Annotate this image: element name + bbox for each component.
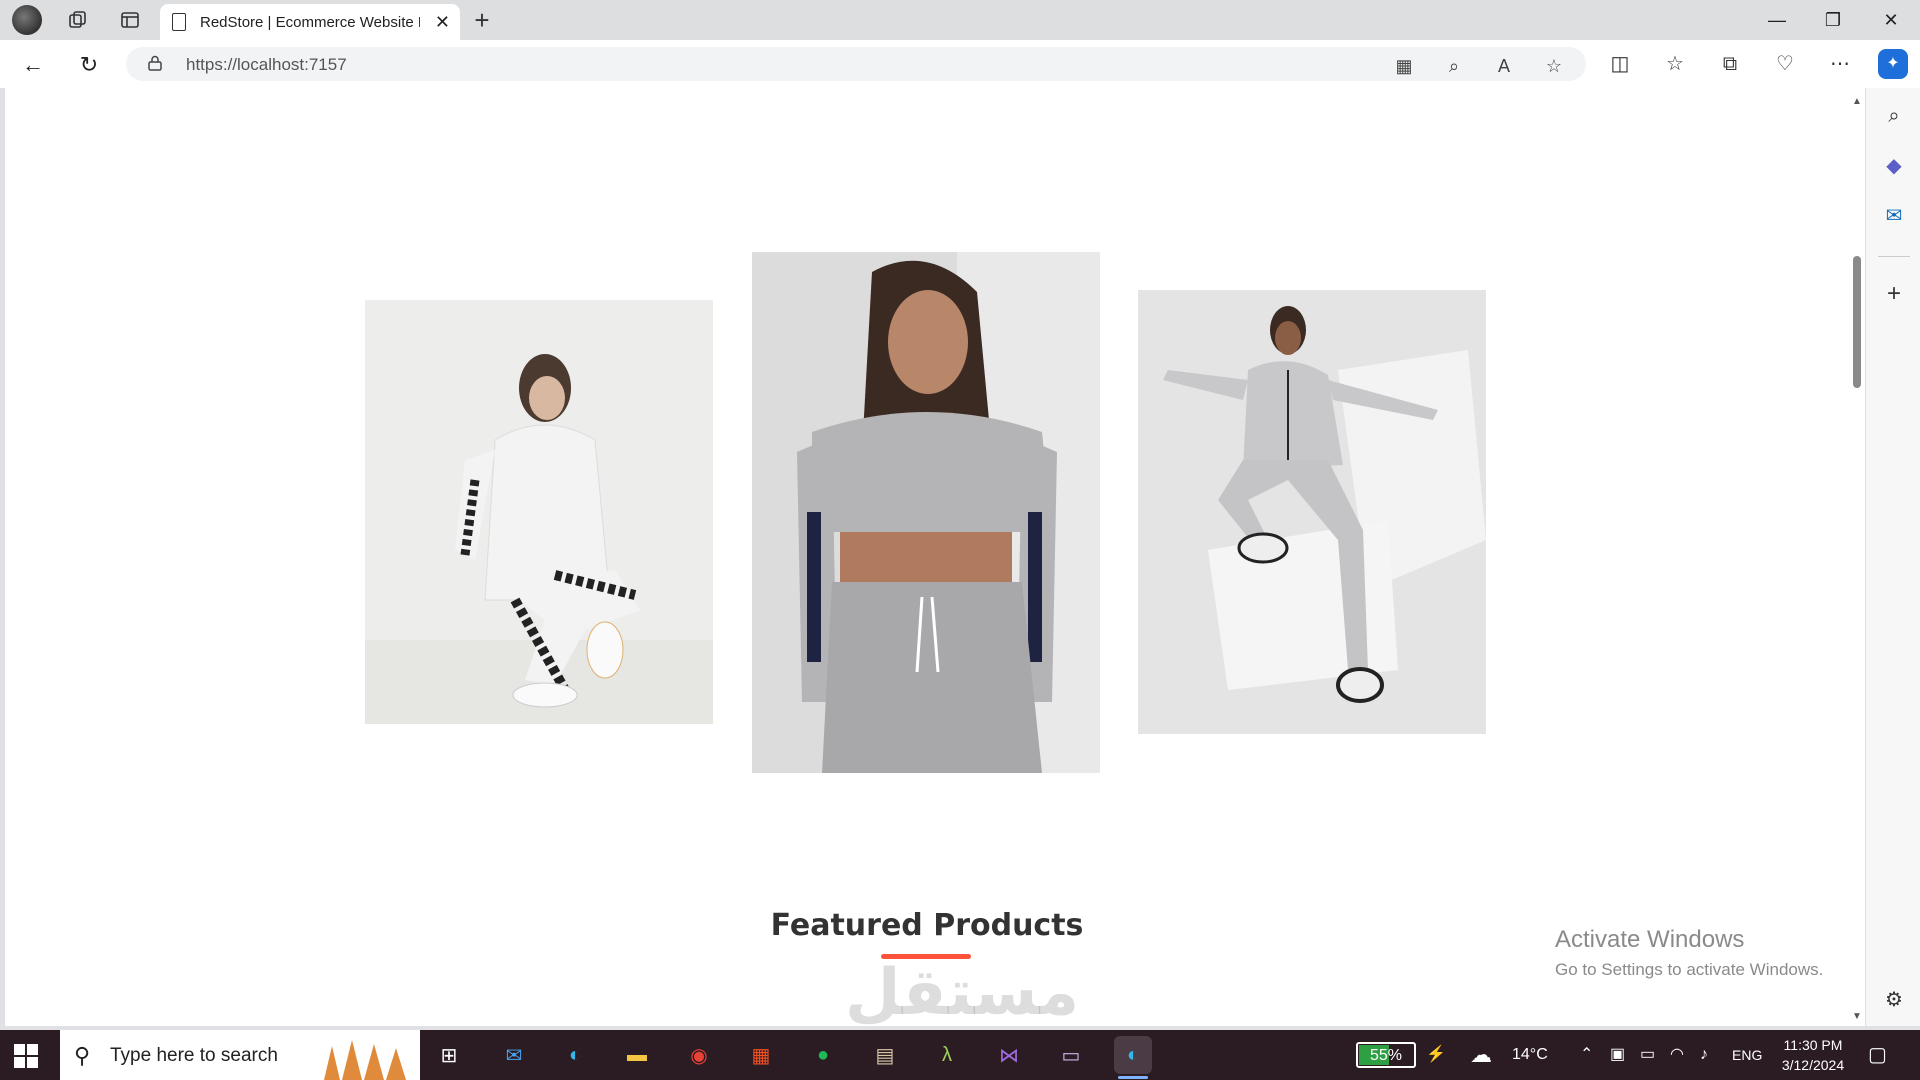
charging-icon: ⚡ [1426,1046,1446,1063]
sidebar-add-icon[interactable]: + [1880,280,1908,308]
start-button[interactable] [14,1044,38,1068]
activate-windows-title: Activate Windows [1555,926,1745,953]
task-view-icon[interactable]: ⊞ [430,1036,468,1074]
watermark-logo: مستقل [845,956,1080,1026]
split-screen-icon[interactable]: ◫ [1605,49,1635,79]
zoom-icon[interactable]: ⌕ [1442,54,1466,78]
more-menu-icon[interactable]: ⋯ [1825,49,1855,79]
volume-icon[interactable]: ♪ [1700,1030,1708,1080]
profile-avatar[interactable] [12,5,42,35]
file-explorer-icon[interactable]: ▬ [618,1036,656,1074]
scroll-up-icon[interactable]: ▲ [1852,96,1862,107]
browser-essentials-icon[interactable]: ♡ [1770,49,1800,79]
back-button[interactable]: ← [18,50,48,80]
windows-taskbar: ⚲ Type here to search ⊞ ✉ ◐ ▬ ◉ ▦ ● ▤ λ … [0,1030,1920,1080]
app-available-icon[interactable]: ▦ [1392,54,1416,78]
visual-studio-icon[interactable]: ⋈ [990,1036,1028,1074]
battery-percentage: 55% [1369,1047,1403,1064]
weather-temperature[interactable]: 14°C [1512,1030,1548,1080]
edge-active-icon[interactable]: ◐ [1114,1036,1152,1074]
sidebar-office-icon[interactable]: ◆ [1880,152,1908,180]
edge-app-icon[interactable]: ◐ [556,1036,594,1074]
store-app-icon[interactable]: ▦ [742,1036,780,1074]
clock-date: 3/12/2024 [1781,1057,1845,1073]
category-image-1[interactable] [365,300,713,724]
read-aloud-icon[interactable]: A [1492,54,1516,78]
show-hidden-icons[interactable]: ⌃ [1580,1030,1593,1080]
close-tab-icon[interactable]: ✕ [435,12,450,33]
category-image-3[interactable] [1138,290,1486,734]
restore-button[interactable]: ❐ [1813,6,1853,34]
sidebar-settings-icon[interactable]: ⚙ [1880,986,1908,1014]
workspaces-icon[interactable] [64,6,92,34]
new-tab-button[interactable]: + [468,6,496,34]
scroll-down-icon[interactable]: ▼ [1852,1011,1862,1022]
tab-title: RedStore | Ecommerce Website Design [200,13,420,31]
search-placeholder: Type here to search [110,1045,278,1066]
notes-app-icon[interactable]: ▤ [866,1036,904,1074]
minimize-button[interactable]: — [1757,6,1797,34]
favorites-icon[interactable]: ☆ [1660,49,1690,79]
page-icon [172,13,186,31]
mail-app-icon[interactable]: ✉ [495,1036,533,1074]
spotify-app-icon[interactable]: ● [804,1036,842,1074]
chrome-app-icon[interactable]: ◉ [680,1036,718,1074]
lock-icon [148,55,162,71]
battery-tray-icon[interactable]: ▭ [1640,1030,1655,1080]
notifications-icon[interactable]: ▢ [1868,1030,1887,1080]
collections-icon[interactable]: ⧉ [1715,49,1745,79]
sidebar-outlook-icon[interactable]: ✉ [1880,202,1908,230]
favorite-star-icon[interactable]: ☆ [1542,54,1566,78]
terminal-app-icon[interactable]: λ [928,1036,966,1074]
sidebar-search-icon[interactable]: ⌕ [1880,102,1908,130]
url-text: https://localhost:7157 [186,55,347,74]
active-tab[interactable]: RedStore | Ecommerce Website Design ✕ [160,4,460,40]
active-app-indicator [1118,1076,1148,1079]
address-bar[interactable]: https://localhost:7157 ▦ ⌕ A ☆ [126,47,1586,81]
language-indicator[interactable]: ENG [1732,1030,1762,1080]
clock-time: 11:30 PM [1783,1037,1843,1053]
activate-windows-subtitle: Go to Settings to activate Windows. [1555,960,1824,979]
search-icon: ⚲ [74,1043,91,1068]
browser-toolbar: ← ↻ https://localhost:7157 ▦ ⌕ A ☆ ◫ ☆ ⧉… [0,40,1920,88]
battery-indicator[interactable]: 55% [1356,1042,1416,1068]
close-window-button[interactable]: ✕ [1871,6,1911,34]
dev-console-icon[interactable]: ▭ [1052,1036,1090,1074]
system-clock[interactable]: 11:30 PM 3/12/2024 [1768,1035,1858,1075]
vertical-tabs-icon[interactable] [116,6,144,34]
page-scrollbar[interactable]: ▲ ▼ [1849,88,1865,1026]
page-viewport: Featured Products مستقل Activate Windows… [5,88,1849,1026]
edge-sidebar: ⌕ ◆ ✉ + ⚙ [1865,88,1920,1026]
search-highlight-icon [324,1040,406,1080]
activate-windows-notice: Activate Windows Go to Settings to activ… [1555,926,1823,980]
meet-now-icon[interactable]: ▣ [1610,1030,1625,1080]
browser-tab-strip: RedStore | Ecommerce Website Design ✕ + … [0,0,1920,40]
category-image-2[interactable] [752,252,1100,773]
refresh-button[interactable]: ↻ [74,50,104,80]
weather-icon[interactable]: ☁ [1470,1030,1492,1080]
wifi-icon[interactable]: ◠ [1670,1030,1684,1080]
scrollbar-thumb[interactable] [1853,256,1861,388]
taskbar-search[interactable]: ⚲ Type here to search [60,1030,420,1080]
copilot-icon[interactable]: ✦ [1878,49,1908,79]
sidebar-separator [1878,256,1910,257]
